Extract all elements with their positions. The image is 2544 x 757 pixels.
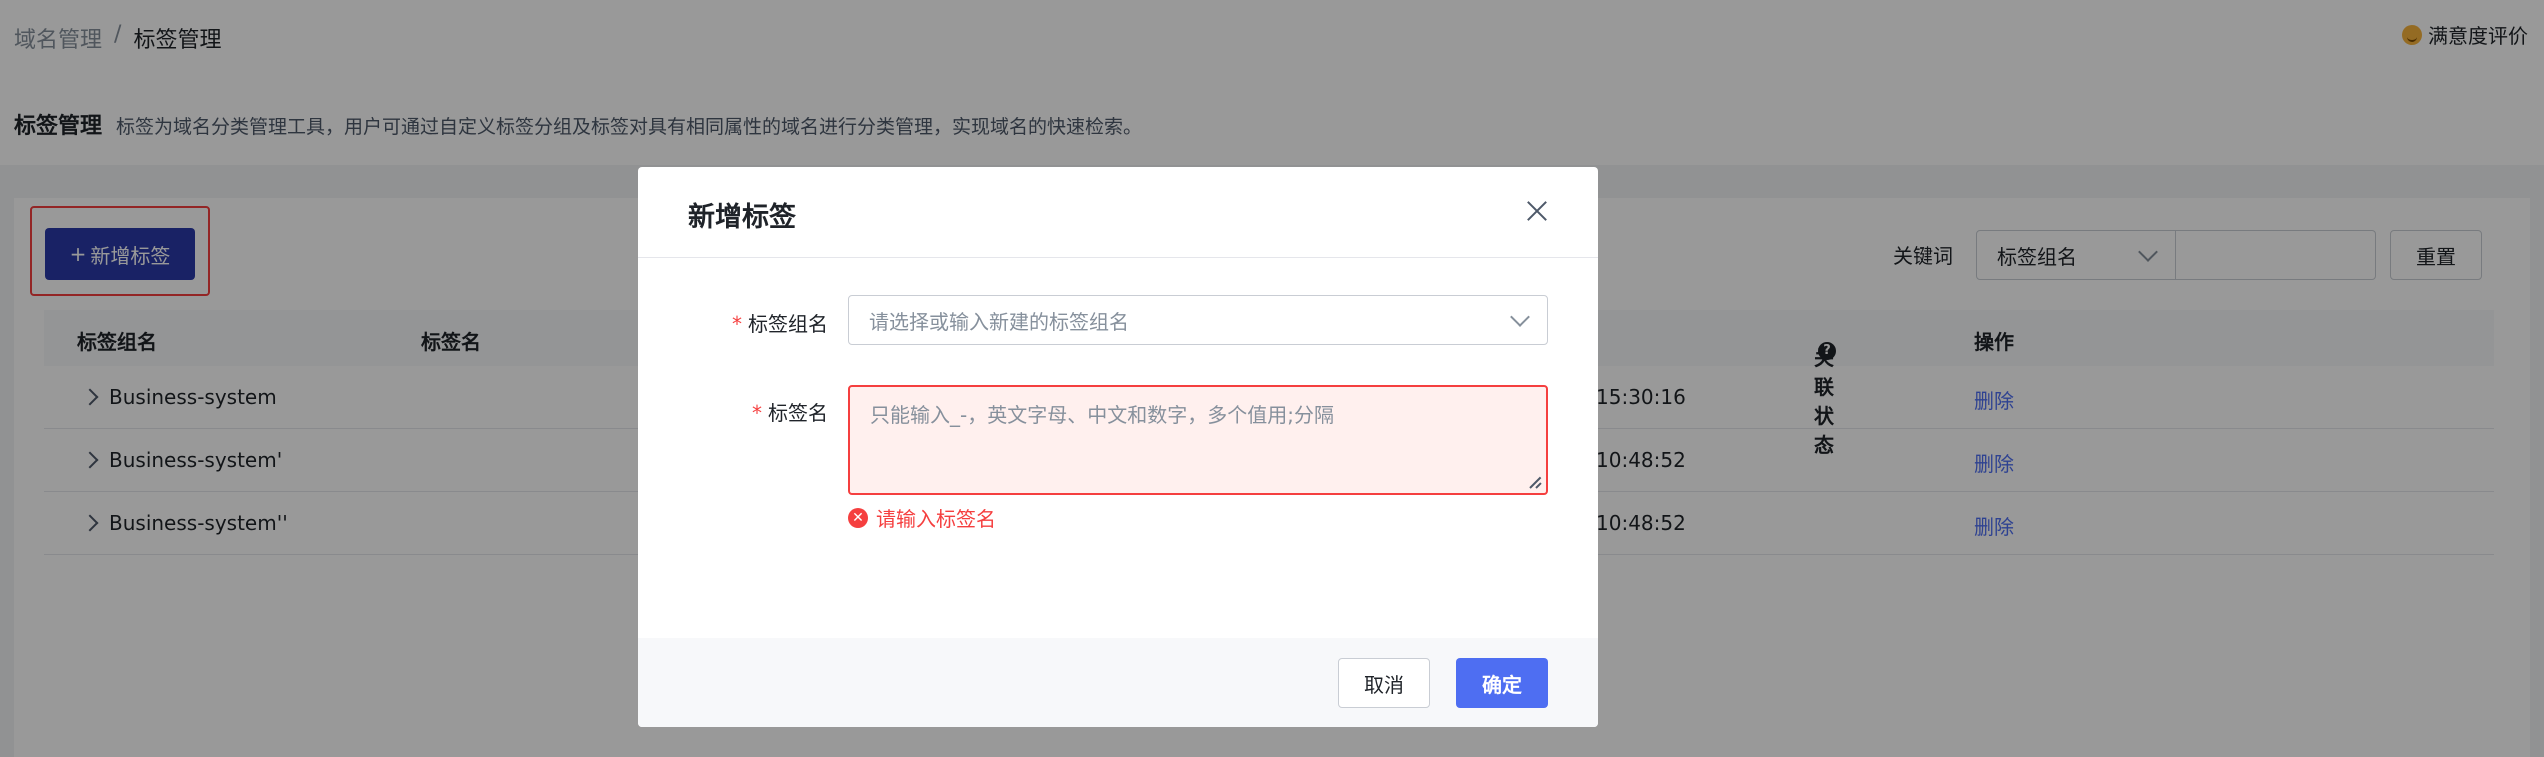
name-label-text: 标签名	[768, 401, 828, 425]
cancel-button[interactable]: 取消	[1338, 658, 1430, 708]
tag-name-placeholder: 只能输入_-，英文字母、中文和数字，多个值用;分隔	[870, 403, 1334, 427]
chevron-down-icon	[1510, 307, 1530, 327]
error-x-icon: ✕	[848, 507, 868, 528]
add-tag-dialog: 新增标签 * 标签组名 请选择或输入新建的标签组名 * 标签名 只能输入_-，英文字…	[638, 167, 1598, 727]
group-label-text: 标签组名	[748, 312, 828, 336]
resize-grip-icon[interactable]	[1530, 477, 1542, 489]
tag-name-textarea[interactable]: 只能输入_-，英文字母、中文和数字，多个值用;分隔	[848, 385, 1548, 495]
name-field-label: * 标签名	[752, 397, 828, 426]
close-icon[interactable]	[1526, 200, 1548, 222]
group-field-label: * 标签组名	[732, 308, 828, 337]
dialog-footer: 取消 确定	[638, 638, 1598, 727]
tag-name-error: ✕ 请输入标签名	[848, 503, 996, 532]
tag-group-placeholder: 请选择或输入新建的标签组名	[869, 309, 1129, 334]
dialog-title: 新增标签	[688, 202, 796, 233]
confirm-button[interactable]: 确定	[1456, 658, 1548, 708]
required-mark: *	[752, 401, 762, 425]
required-mark: *	[732, 312, 742, 336]
dialog-header: 新增标签	[638, 167, 1598, 258]
tag-name-error-text: 请输入标签名	[876, 507, 996, 531]
tag-group-select[interactable]: 请选择或输入新建的标签组名	[848, 295, 1548, 345]
